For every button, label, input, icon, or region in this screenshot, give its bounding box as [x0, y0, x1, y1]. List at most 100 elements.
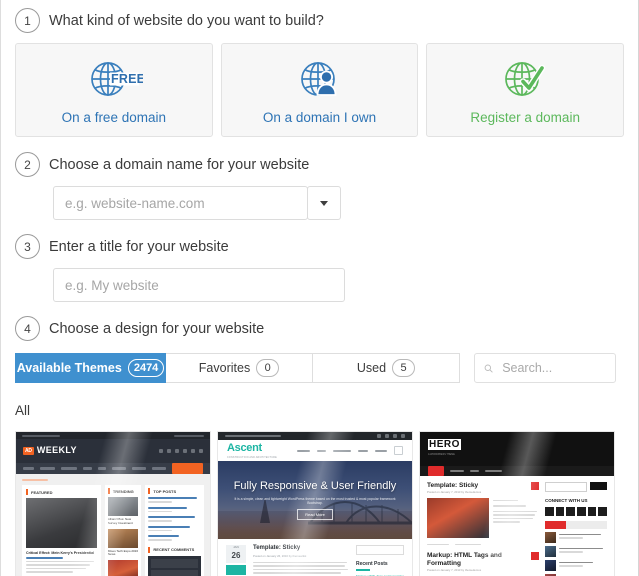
theme3-tab-tags[interactable]: [586, 520, 608, 529]
category-label: All: [15, 403, 31, 418]
theme3-post-1: Template: Sticky Posted on January 7, 20…: [427, 482, 539, 546]
theme3-post-1-meta: Posted on January 7, 2013 by themedemos: [427, 490, 482, 495]
theme1-toppost-column: TOP POSTS RECENT COMMENTS: [145, 485, 204, 576]
globe-user-icon: [296, 56, 344, 102]
option-own-domain[interactable]: On a domain I own: [220, 43, 419, 137]
theme3-content: Template: Sticky Posted on January 7, 20…: [420, 476, 614, 576]
svg-text:FREE: FREE: [111, 72, 143, 86]
theme1-logo: AD WEEKLY: [23, 445, 77, 456]
search-icon: [484, 364, 493, 373]
theme1-topbar: [16, 432, 210, 439]
theme3-search-input[interactable]: [545, 482, 587, 492]
tab-available-themes-label: Available Themes: [16, 361, 122, 375]
theme3-logo-text: HERO: [428, 439, 461, 452]
theme3-nav: [420, 466, 614, 476]
theme1-header: AD WEEKLY: [16, 439, 210, 463]
theme3-logo-label: HERO: [428, 439, 461, 450]
theme1-social-icons: [159, 449, 203, 453]
theme1-headline: Critical Effect: Mein Kerry's Presidenti…: [26, 551, 95, 555]
theme1-nav: [16, 463, 210, 474]
theme2-logo-text: Ascent: [227, 442, 262, 455]
theme1-trending-label: TRENDING: [112, 488, 134, 494]
step-4-number: 4: [15, 316, 40, 341]
theme1-content: FEATURED Critical Effect: Mein Kerry's P…: [16, 474, 210, 576]
theme2-nav: [297, 446, 403, 455]
step-1-title: What kind of website do you want to buil…: [49, 12, 324, 29]
theme2-sidebar: Recent Posts Markup: HTML Tags and Forma…: [356, 545, 404, 576]
step-4-title: Choose a design for your website: [49, 320, 265, 337]
theme2-date-day: 26: [226, 550, 246, 563]
theme2-hero-subtext: It is a simple, clean and lightweight Wo…: [234, 496, 396, 505]
theme3-header: HERO A WORDPRESS THEME: [420, 432, 614, 466]
theme3-post-2-title: Markup: HTML Tags and Formatting: [427, 552, 502, 568]
option-register-domain-label: Register a domain: [470, 109, 580, 125]
tab-used[interactable]: Used 5: [312, 353, 460, 383]
website-title-input[interactable]: [53, 268, 345, 302]
theme-search-input[interactable]: [500, 360, 606, 376]
title-field-row: [53, 268, 624, 302]
tab-favorites-label: Favorites: [198, 361, 251, 375]
theme-grid: AD WEEKLY FEATURED Critical Effect: Mein…: [15, 431, 624, 576]
theme3-tab-popular[interactable]: [545, 520, 566, 529]
theme-card-hero[interactable]: HERO A WORDPRESS THEME Template: Sticky: [419, 431, 615, 576]
caret-down-icon: [320, 200, 328, 206]
theme1-featured-column: FEATURED Critical Effect: Mein Kerry's P…: [22, 485, 101, 576]
theme1-featured-label: FEATURED: [31, 489, 53, 495]
theme3-tab-latest[interactable]: [565, 520, 587, 529]
tab-used-label: Used: [356, 361, 387, 375]
website-type-options: FREE On a free domain On a domain I own …: [15, 43, 625, 137]
theme3-sidebar: CONNECT WITH US: [545, 482, 608, 576]
theme2-hero: Fully Responsive & User Friendly It is a…: [218, 461, 412, 539]
domain-field-row: [53, 186, 624, 220]
theme2-topbar: [218, 432, 412, 440]
option-free-domain[interactable]: FREE On a free domain: [15, 43, 213, 137]
globe-check-icon: [501, 56, 549, 102]
tab-favorites[interactable]: Favorites 0: [165, 353, 313, 383]
option-register-domain[interactable]: Register a domain: [426, 43, 625, 137]
theme2-header: Ascent CONSTRUCTION AND ARCHITECTURE: [218, 440, 412, 461]
step-2-heading: 2 Choose a domain name for your website: [15, 152, 624, 177]
step-1-heading: 1 What kind of website do you want to bu…: [15, 8, 624, 33]
theme1-logo-text: WEEKLY: [36, 445, 77, 456]
step-3-number: 3: [15, 234, 40, 259]
theme3-logo-subtext: A WORDPRESS THEME: [428, 452, 455, 456]
theme2-content: JAN 26 Template: Sticky Posted on Januar…: [218, 539, 412, 576]
tab-available-themes-count: 2474: [127, 359, 165, 377]
step-2-number: 2: [15, 152, 40, 177]
theme2-hero-button[interactable]: Read More: [297, 509, 333, 521]
theme3-social-icons: [545, 506, 608, 516]
domain-dropdown-button[interactable]: [307, 186, 341, 220]
domain-name-input[interactable]: [53, 186, 308, 220]
theme1-trend-2: Mises Tech Expo 2016 News: [107, 548, 138, 557]
theme1-comments-label: RECENT COMMENTS: [153, 547, 195, 552]
theme3-connect-heading: CONNECT WITH US: [545, 498, 588, 503]
theme2-hero-heading: Fully Responsive & User Friendly: [233, 479, 397, 492]
website-builder-wizard: 1 What kind of website do you want to bu…: [0, 0, 639, 576]
theme1-trending-column: TRENDING Allianz Plus: New Survey Invest…: [104, 485, 142, 576]
theme3-post-1-title: Template: Sticky: [427, 482, 479, 489]
step-4-heading: 4 Choose a design for your website: [15, 316, 624, 341]
step-1-number: 1: [15, 8, 40, 33]
theme2-logo-subtext: CONSTRUCTION AND ARCHITECTURE: [227, 455, 277, 459]
tab-favorites-count: 0: [256, 359, 280, 377]
theme3-post-2-meta: Posted on January 7, 2013 by themedemos: [427, 568, 482, 573]
theme2-search-box[interactable]: [356, 545, 404, 555]
theme3-sticky-flag: [531, 482, 539, 490]
theme2-post-title: Template: Sticky: [253, 545, 301, 551]
theme1-trend-1: Allianz Plus: New Survey Investment: [107, 517, 133, 525]
theme-search[interactable]: [474, 353, 616, 383]
theme2-post: Template: Sticky Posted on January 26, 2…: [253, 545, 349, 576]
step-3-heading: 3 Enter a title for your website: [15, 234, 624, 259]
tab-available-themes[interactable]: Available Themes 2474: [15, 353, 166, 383]
theme3-post-2: Markup: HTML Tags and Formatting Posted …: [427, 552, 539, 576]
theme1-logo-mark: AD: [23, 446, 34, 456]
theme-tabs: Available Themes 2474 Favorites 0 Used 5: [15, 353, 624, 383]
theme2-sidebar-heading: Recent Posts: [356, 561, 388, 567]
step-3-title: Enter a title for your website: [49, 238, 229, 255]
theme2-date-icon: [226, 564, 246, 575]
theme3-search-button[interactable]: [590, 482, 607, 490]
theme-card-ascent[interactable]: Ascent CONSTRUCTION AND ARCHITECTURE Ful…: [217, 431, 413, 576]
theme3-posts: Template: Sticky Posted on January 7, 20…: [427, 482, 539, 576]
globe-free-icon: FREE: [85, 56, 143, 102]
theme-card-weekly[interactable]: AD WEEKLY FEATURED Critical Effect: Mein…: [15, 431, 211, 576]
